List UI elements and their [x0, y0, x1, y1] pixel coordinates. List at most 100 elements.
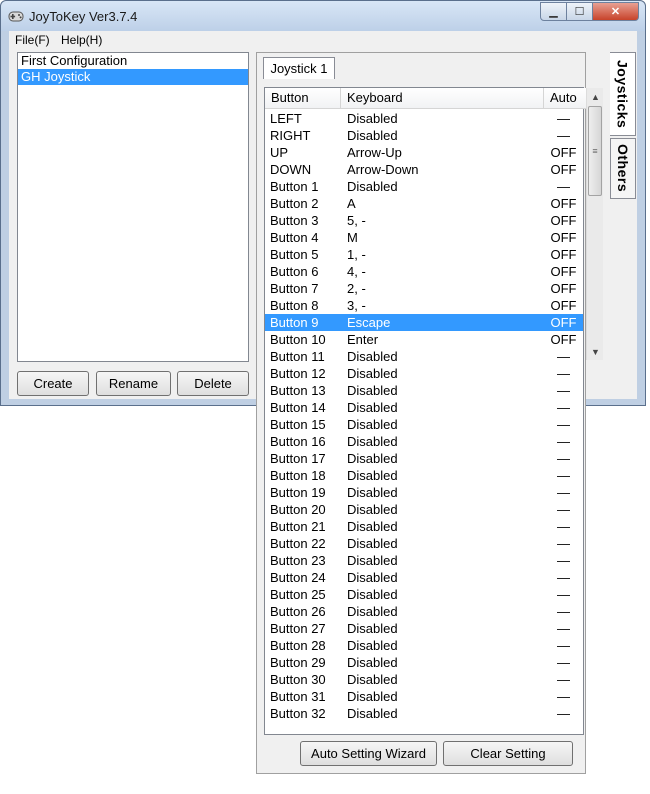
cell-auto: —: [557, 519, 570, 534]
cell-keyboard: Disabled: [347, 638, 398, 653]
table-row[interactable]: Button 17 Disabled —: [265, 450, 583, 467]
cell-auto: —: [557, 179, 570, 194]
cell-keyboard: Disabled: [347, 587, 398, 602]
table-row[interactable]: Button 23 Disabled —: [265, 552, 583, 569]
table-row[interactable]: Button 3 5, - OFF: [265, 212, 583, 229]
column-header-keyboard[interactable]: Keyboard: [341, 88, 544, 108]
profile-item[interactable]: First Configuration: [18, 53, 248, 69]
table-row[interactable]: Button 12 Disabled —: [265, 365, 583, 382]
cell-auto: —: [557, 502, 570, 517]
cell-keyboard: 1, -: [347, 247, 366, 262]
table-row[interactable]: Button 20 Disabled —: [265, 501, 583, 518]
column-header-auto[interactable]: Auto: [544, 88, 586, 108]
table-row[interactable]: Button 11 Disabled —: [265, 348, 583, 365]
cell-keyboard: Disabled: [347, 434, 398, 449]
cell-auto: OFF: [550, 264, 577, 279]
menu-help[interactable]: Help(H): [61, 33, 102, 47]
cell-keyboard: Disabled: [347, 570, 398, 585]
cell-keyboard: Disabled: [347, 349, 398, 364]
tab-joysticks[interactable]: Joysticks: [610, 52, 636, 136]
cell-button: Button 28: [270, 638, 326, 653]
cell-auto: —: [557, 604, 570, 619]
table-row[interactable]: Button 27 Disabled —: [265, 620, 583, 637]
table-row[interactable]: Button 5 1, - OFF: [265, 246, 583, 263]
table-row[interactable]: DOWN Arrow-Down OFF: [265, 161, 583, 178]
table-row[interactable]: RIGHT Disabled —: [265, 127, 583, 144]
column-header-button[interactable]: Button: [265, 88, 341, 108]
table-row[interactable]: Button 2 A OFF: [265, 195, 583, 212]
table-row[interactable]: UP Arrow-Up OFF: [265, 144, 583, 161]
table-row[interactable]: Button 29 Disabled —: [265, 654, 583, 671]
cell-button: DOWN: [270, 162, 312, 177]
close-button[interactable]: ✕: [593, 2, 639, 21]
cell-button: Button 10: [270, 332, 326, 347]
cell-keyboard: Disabled: [347, 468, 398, 483]
cell-auto: —: [557, 672, 570, 687]
cell-keyboard: Disabled: [347, 400, 398, 415]
list-scrollbar[interactable]: ▲ ≡ ▼: [586, 88, 603, 360]
cell-keyboard: Disabled: [347, 383, 398, 398]
cell-auto: —: [557, 485, 570, 500]
table-row[interactable]: Button 19 Disabled —: [265, 484, 583, 501]
cell-button: Button 2: [270, 196, 319, 211]
cell-button: Button 15: [270, 417, 326, 432]
scroll-thumb[interactable]: ≡: [588, 106, 602, 196]
auto-setting-wizard-button[interactable]: Auto Setting Wizard: [300, 741, 437, 766]
cell-keyboard: A: [347, 196, 356, 211]
cell-auto: —: [557, 383, 570, 398]
profile-item-selected[interactable]: GH Joystick: [18, 69, 248, 85]
table-row[interactable]: Button 4 M OFF: [265, 229, 583, 246]
button-mapping-list[interactable]: Button Keyboard Auto LEFT Disabled — RIGHT D…: [264, 87, 586, 735]
cell-auto: —: [557, 400, 570, 415]
rename-button[interactable]: Rename: [96, 371, 171, 396]
table-row[interactable]: Button 1 Disabled —: [265, 178, 583, 195]
cell-button: Button 1: [270, 179, 319, 194]
minimize-icon: ▁: [549, 6, 558, 18]
cell-button: Button 17: [270, 451, 326, 466]
table-row[interactable]: Button 21 Disabled —: [265, 518, 583, 535]
cell-auto: —: [557, 349, 570, 364]
table-row-selected[interactable]: Button 9 Escape OFF: [265, 314, 583, 331]
table-row[interactable]: Button 7 2, - OFF: [265, 280, 583, 297]
menu-file[interactable]: File(F): [15, 33, 50, 47]
maximize-button[interactable]: ☐: [567, 2, 593, 21]
table-row[interactable]: Button 13 Disabled —: [265, 382, 583, 399]
caption-buttons: ▁ ☐ ✕: [540, 2, 639, 21]
table-row[interactable]: Button 32 Disabled —: [265, 705, 583, 722]
arrow-down-icon[interactable]: ▼: [587, 343, 604, 360]
cell-keyboard: 5, -: [347, 213, 366, 228]
delete-button[interactable]: Delete: [177, 371, 249, 396]
cell-keyboard: Disabled: [347, 366, 398, 381]
cell-button: UP: [270, 145, 289, 160]
table-row[interactable]: Button 26 Disabled —: [265, 603, 583, 620]
arrow-up-icon[interactable]: ▲: [587, 88, 604, 105]
cell-button: Button 12: [270, 366, 326, 381]
table-row[interactable]: Button 28 Disabled —: [265, 637, 583, 654]
clear-setting-button[interactable]: Clear Setting: [443, 741, 573, 766]
table-row[interactable]: Button 22 Disabled —: [265, 535, 583, 552]
tab-joystick-1[interactable]: Joystick 1: [263, 57, 335, 79]
table-row[interactable]: Button 14 Disabled —: [265, 399, 583, 416]
table-row[interactable]: Button 18 Disabled —: [265, 467, 583, 484]
table-row[interactable]: Button 25 Disabled —: [265, 586, 583, 603]
table-row[interactable]: Button 15 Disabled —: [265, 416, 583, 433]
menu-bar: File(F) Help(H): [9, 31, 637, 50]
table-row[interactable]: Button 8 3, - OFF: [265, 297, 583, 314]
table-row[interactable]: LEFT Disabled —: [265, 110, 583, 127]
create-button[interactable]: Create: [17, 371, 89, 396]
table-row[interactable]: Button 31 Disabled —: [265, 688, 583, 705]
table-row[interactable]: Button 6 4, - OFF: [265, 263, 583, 280]
table-row[interactable]: Button 16 Disabled —: [265, 433, 583, 450]
title-bar[interactable]: JoyToKey Ver3.7.4 ▁ ☐ ✕: [1, 1, 645, 31]
gamepad-icon: [8, 8, 24, 24]
cell-button: Button 5: [270, 247, 319, 262]
tab-others[interactable]: Others: [610, 138, 636, 199]
table-row[interactable]: Button 30 Disabled —: [265, 671, 583, 688]
cell-auto: OFF: [550, 145, 577, 160]
cell-auto: —: [557, 706, 570, 721]
profile-list[interactable]: First Configuration GH Joystick: [17, 52, 249, 362]
cell-keyboard: Disabled: [347, 451, 398, 466]
table-row[interactable]: Button 10 Enter OFF: [265, 331, 583, 348]
table-row[interactable]: Button 24 Disabled —: [265, 569, 583, 586]
minimize-button[interactable]: ▁: [540, 2, 567, 21]
